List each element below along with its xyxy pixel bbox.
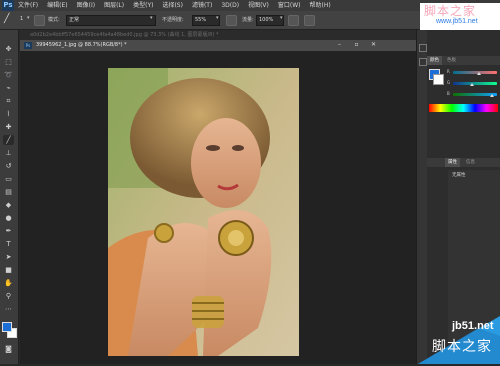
restore-icon[interactable]: ▫: [352, 41, 361, 49]
menu-layer[interactable]: 图层(L): [104, 0, 124, 11]
healing-brush-tool-icon[interactable]: ✚: [3, 122, 14, 132]
opacity-label: 不透明度:: [162, 17, 184, 23]
watermark-top-text: 脚本之家: [424, 4, 477, 18]
pen-tool-icon[interactable]: ✒: [3, 226, 14, 236]
mode-label: 模式:: [48, 17, 60, 23]
pressure-opacity-icon[interactable]: [226, 15, 237, 26]
menu-items: 文件(F) 编辑(E) 图像(I) 图层(L) 类型(Y) 选择(S) 滤镜(T…: [18, 0, 331, 11]
opacity-dropdown-icon[interactable]: ▾: [216, 15, 219, 21]
quick-mask-icon[interactable]: ◙: [3, 344, 14, 354]
menu-help[interactable]: 帮助(H): [310, 0, 331, 11]
brush-tool-icon[interactable]: ╱: [3, 135, 14, 145]
red-slider-thumb[interactable]: [477, 72, 481, 75]
history-brush-tool-icon[interactable]: ↺: [3, 161, 14, 171]
color-panel-tabs: 颜色 色板: [427, 56, 500, 65]
menu-file[interactable]: 文件(F): [18, 0, 38, 11]
history-panel-icon[interactable]: [419, 44, 427, 52]
green-slider[interactable]: [453, 82, 497, 85]
photoshop-logo: Ps: [2, 0, 14, 11]
color-spectrum-ramp[interactable]: [429, 104, 498, 112]
close-icon[interactable]: ✕: [369, 41, 378, 49]
blue-slider-thumb[interactable]: [490, 94, 494, 97]
shape-tool-icon[interactable]: ■: [3, 265, 14, 275]
properties-panel-tabs: 属性 信息: [427, 158, 500, 167]
eraser-tool-icon[interactable]: ▭: [3, 174, 14, 184]
more-tools-icon[interactable]: ⋯: [3, 304, 14, 314]
move-tool-icon[interactable]: ✥: [3, 44, 14, 54]
brush-tool-preset-icon[interactable]: ╱: [4, 13, 18, 25]
green-channel-label: G: [447, 80, 451, 85]
mode-dropdown-icon[interactable]: ▾: [150, 15, 153, 21]
tab-color[interactable]: 颜色: [427, 56, 442, 65]
quick-select-tool-icon[interactable]: ⌁: [3, 83, 14, 93]
actions-panel-icon[interactable]: [419, 58, 427, 66]
green-slider-thumb[interactable]: [470, 83, 474, 86]
red-channel-label: R: [447, 69, 450, 74]
menu-select[interactable]: 选择(S): [162, 0, 183, 11]
document-ps-icon: Ps: [24, 42, 32, 49]
watermark-bottom-text: 脚本之家: [432, 339, 492, 355]
flow-label: 流量:: [242, 17, 254, 23]
properties-empty-text: 无属性: [452, 173, 466, 178]
blue-channel-label: B: [447, 91, 450, 96]
color-panel-background-swatch[interactable]: [433, 74, 444, 85]
menu-filter[interactable]: 滤镜(T): [192, 0, 212, 11]
foreground-color-swatch[interactable]: [2, 322, 12, 332]
hand-tool-icon[interactable]: ✋: [3, 278, 14, 288]
zoom-tool-icon[interactable]: ⚲: [3, 291, 14, 301]
path-selection-tool-icon[interactable]: ➤: [3, 252, 14, 262]
tab-properties[interactable]: 属性: [445, 158, 460, 167]
document-title: 39945962_1.jpg @ 88.7%(RGB/8*) *: [36, 42, 127, 48]
red-slider[interactable]: [453, 71, 497, 74]
menu-image[interactable]: 图像(I): [77, 0, 95, 11]
eyedropper-tool-icon[interactable]: ⌇: [3, 109, 14, 119]
marquee-tool-icon[interactable]: ⬚: [3, 57, 14, 67]
pressure-size-icon[interactable]: [304, 15, 315, 26]
crop-tool-icon[interactable]: ⌗: [3, 96, 14, 106]
type-tool-icon[interactable]: T: [3, 239, 14, 249]
background-document-tab[interactable]: a0d2b2e4bbff57e654459ce4fa4a48bed0.jpg @…: [30, 30, 218, 40]
menu-3d[interactable]: 3D(D): [221, 0, 239, 11]
mode-select[interactable]: 正常: [66, 15, 156, 26]
watermark-bottom-url: jb51.net: [452, 320, 494, 332]
brush-picker-arrow-icon[interactable]: ▾: [27, 15, 30, 21]
tab-info[interactable]: 信息: [463, 158, 478, 167]
photo-illustration: [108, 68, 299, 356]
menu-window[interactable]: 窗口(W): [278, 0, 301, 11]
blur-tool-icon[interactable]: ◆: [3, 200, 14, 210]
clone-stamp-tool-icon[interactable]: ⊥: [3, 148, 14, 158]
airbrush-icon[interactable]: [288, 15, 299, 26]
menu-type[interactable]: 类型(Y): [133, 0, 153, 11]
lasso-tool-icon[interactable]: ➰: [3, 70, 14, 80]
menu-edit[interactable]: 编辑(E): [47, 0, 67, 11]
watermark-top-url: www.jb51.net: [436, 18, 478, 25]
brush-panel-toggle-icon[interactable]: [34, 15, 45, 26]
tools-panel: ✥ ⬚ ➰ ⌁ ⌗ ⌇ ✚ ╱ ⊥ ↺ ▭ ▤ ◆ ● ✒ T ➤ ■ ✋ ⚲ …: [0, 30, 19, 364]
brush-size-value[interactable]: 1: [20, 16, 23, 22]
minimize-icon[interactable]: –: [335, 41, 344, 49]
gradient-tool-icon[interactable]: ▤: [3, 187, 14, 197]
flow-dropdown-icon[interactable]: ▾: [280, 15, 283, 21]
tab-swatches[interactable]: 色板: [444, 56, 459, 65]
document-photo[interactable]: [108, 68, 299, 356]
dodge-tool-icon[interactable]: ●: [3, 213, 14, 223]
menu-view[interactable]: 视图(V): [248, 0, 269, 11]
